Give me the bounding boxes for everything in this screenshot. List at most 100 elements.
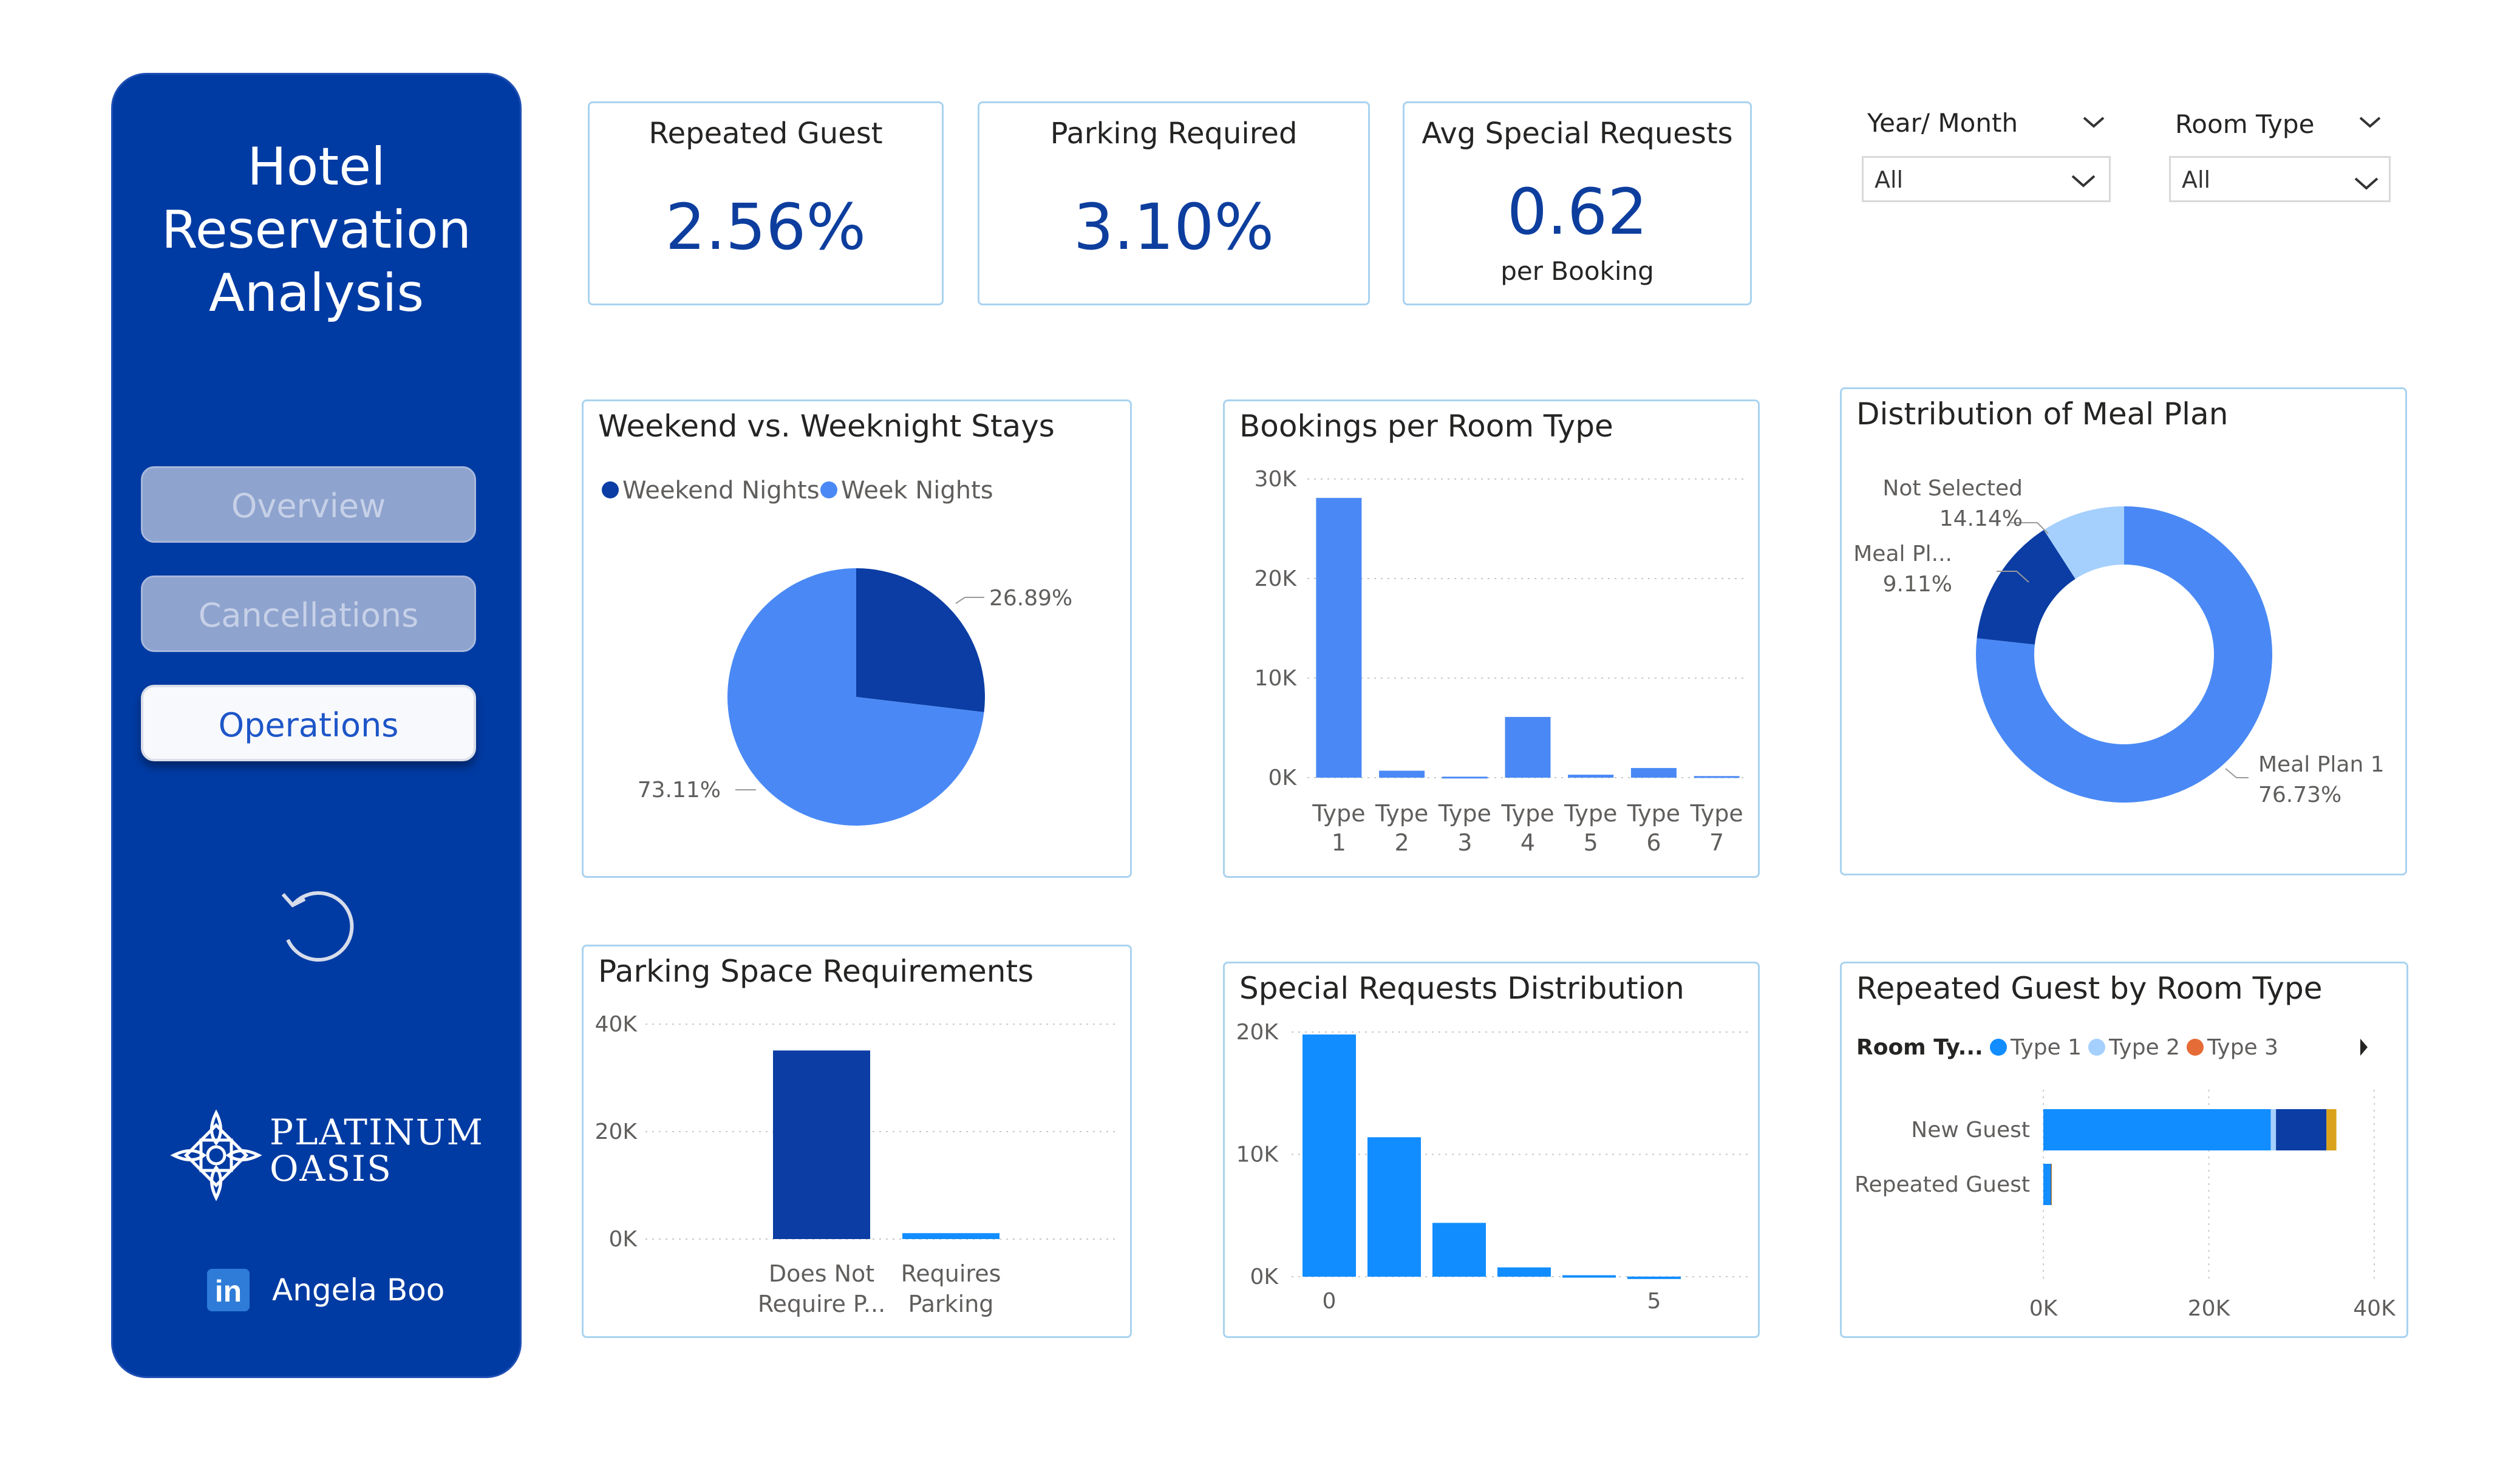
card-meal-plan: Distribution of Meal Plan Meal Plan 1 76.… [1840, 387, 2407, 875]
legend-marker [1990, 1039, 2007, 1056]
data-label: 26.89% [989, 586, 1072, 611]
legend-label: Type 1 [2010, 1035, 2082, 1060]
y-tick-label: Repeated Guest [1854, 1172, 2030, 1197]
bar [1568, 775, 1614, 778]
bar [1432, 1223, 1486, 1277]
x-tick-label: Type 5 [1564, 800, 1617, 856]
kpi-title: Avg Special Requests [1422, 117, 1733, 151]
data-label: 76.73% [2258, 783, 2341, 807]
brand-name: PLATINUM OASIS [270, 1112, 484, 1189]
bar [1379, 770, 1425, 778]
bar [1505, 716, 1551, 778]
legend-label: Type 3 [2207, 1035, 2278, 1060]
bar [1694, 776, 1740, 778]
kpi-title: Repeated Guest [649, 117, 883, 151]
sidebar: Hotel Reservation Analysis Overview Canc… [111, 73, 522, 1378]
legend-marker [2187, 1039, 2204, 1056]
x-tick-label: 40K [2353, 1296, 2396, 1321]
bar-segment [2043, 1164, 2051, 1205]
x-tick-label: Type 4 [1500, 800, 1554, 856]
bar [1316, 498, 1362, 778]
data-label-name: Meal Plan 1 [2258, 752, 2385, 777]
bar-segment [2326, 1109, 2337, 1150]
bar-segment [2276, 1109, 2327, 1150]
card-bookings-room-type: Bookings per Room Type 30K 20K 10K 0K Type 1 T… [1223, 399, 1760, 878]
y-tick-label: 20K [1236, 1020, 1279, 1045]
bar [1367, 1137, 1421, 1277]
chart-special-requests: 20K 10K 0K 0 5 [1236, 1020, 1748, 1314]
y-tick-label: 0K [1250, 1265, 1279, 1289]
data-label: 14.14% [1939, 506, 2023, 531]
bar [1497, 1267, 1551, 1277]
y-tick-label: 20K [1255, 566, 1298, 591]
bar-segment [2043, 1109, 2271, 1150]
slicer-room-type-dropdown[interactable]: All [2169, 156, 2391, 202]
slicer-room-type-label: Room Type [2175, 109, 2315, 139]
chart-weekend-weeknight: Weekend Nights Week Nights 26.89% 73.11% [602, 477, 1072, 826]
chart-bookings-room-type: 30K 20K 10K 0K Type 1Type 2Type 3Type 4Type 5 Type… [1255, 467, 1748, 856]
y-tick-label: 0K [1268, 766, 1297, 790]
chevron-down-icon [2071, 175, 2096, 188]
x-tick-label: Type 1 [1312, 800, 1365, 856]
bar [1627, 1276, 1681, 1279]
chart-meal-plan: Meal Plan 1 76.73% Not Selected 14.14% Meal … [1853, 476, 2385, 807]
leader-line [955, 597, 984, 604]
y-tick-label: 0K [608, 1227, 638, 1252]
x-tick-label: Requires Parking [901, 1260, 1001, 1317]
kpi-card-avg-special-requests: Avg Special Requests 0.62 per Booking [1403, 101, 1752, 305]
nav-operations-button[interactable]: Operations [141, 685, 476, 761]
y-tick-label: 40K [595, 1012, 638, 1037]
nav-cancellations-button[interactable]: Cancellations [141, 576, 476, 652]
legend-marker [602, 481, 619, 498]
y-tick-label: 10K [1255, 666, 1298, 691]
kpi-card-repeated-guest: Repeated Guest 2.56% [588, 101, 944, 305]
chevron-down-icon[interactable] [2358, 113, 2382, 131]
card-special-requests: Special Requests Distribution 20K 10K 0K 0 5 [1223, 962, 1760, 1338]
nav-overview-button[interactable]: Overview [141, 466, 476, 543]
reset-arrow-icon[interactable] [270, 876, 367, 973]
author-name: Angela Boo [272, 1272, 445, 1308]
x-tick-label: 5 [1647, 1289, 1661, 1314]
kpi-title: Parking Required [1050, 117, 1298, 151]
x-tick-label: Does Not Require P... [758, 1260, 885, 1317]
legend-next-arrow-icon [2360, 1039, 2368, 1056]
slicer-year-month-dropdown[interactable]: All [1862, 156, 2111, 202]
legend-marker [2088, 1039, 2105, 1056]
y-tick-label: 30K [1255, 467, 1298, 492]
app-title: Hotel Reservation Analysis [161, 137, 472, 324]
bar [773, 1050, 870, 1239]
bar [1442, 776, 1488, 779]
y-tick-label: 10K [1236, 1143, 1279, 1167]
kpi-subtitle: per Booking [1500, 256, 1654, 286]
bar-segment [2270, 1109, 2277, 1150]
legend-label: Weekend Nights [622, 477, 820, 504]
slicer-year-month-label: Year/ Month [1867, 108, 2018, 138]
leader-line [2225, 768, 2249, 778]
card-parking-space: Parking Space Requirements 40K 20K 0K Does … [582, 945, 1132, 1338]
kpi-card-parking-required: Parking Required 3.10% [978, 101, 1370, 305]
bar-segment [2051, 1164, 2052, 1205]
slicer-value: All [1875, 166, 1904, 193]
chart-repeated-guest-room-type: Room Ty... Type 1 Type 2 Type 3 0K 20K 40K New … [1854, 1035, 2396, 1321]
x-tick-label: Type 3 [1438, 800, 1491, 856]
card-repeated-guest-room-type: Repeated Guest by Room Type Room Ty... Ty… [1840, 962, 2408, 1338]
bar [1630, 768, 1677, 778]
y-tick-label: New Guest [1911, 1118, 2030, 1143]
data-label-name: Not Selected [1882, 476, 2023, 501]
legend-marker [820, 481, 837, 498]
x-tick-label: 20K [2188, 1296, 2231, 1321]
data-label-name: Meal Pl... [1853, 542, 1952, 566]
x-tick-label: 0K [2029, 1296, 2059, 1321]
chevron-down-icon[interactable] [2082, 113, 2106, 131]
ornament-logo-icon [170, 1109, 262, 1201]
bar [1303, 1034, 1356, 1277]
kpi-value: 3.10% [1073, 190, 1275, 264]
kpi-value: 0.62 [1507, 175, 1648, 249]
kpi-value: 2.56% [665, 190, 867, 264]
linkedin-icon[interactable]: in [207, 1269, 250, 1311]
bar [1562, 1275, 1616, 1278]
x-tick-label: 0 [1323, 1289, 1337, 1314]
x-tick-label: Type 2 [1375, 800, 1428, 856]
data-label: 73.11% [638, 778, 721, 803]
x-tick-label: Type 7 [1690, 800, 1743, 856]
